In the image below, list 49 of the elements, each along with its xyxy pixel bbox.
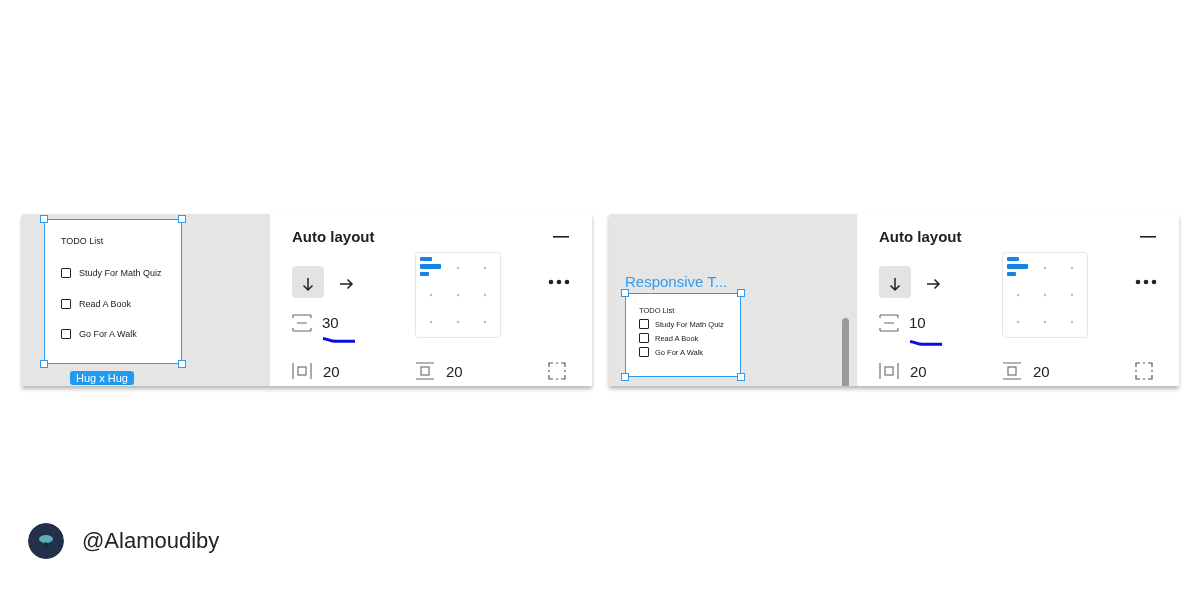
todo-label: Read A Book (79, 298, 132, 309)
spacing-value[interactable]: 10 (909, 314, 943, 331)
vertical-padding-icon (415, 362, 435, 380)
resize-handle[interactable] (621, 373, 629, 381)
resize-handle[interactable] (621, 289, 629, 297)
spacing-icon (292, 314, 312, 332)
author-handle: @Alamoudiby (82, 528, 220, 554)
size-label: Hug x Hug (70, 371, 134, 385)
alignment-control[interactable] (1002, 252, 1088, 338)
resize-handle[interactable] (40, 215, 48, 223)
alignment-control[interactable] (415, 252, 501, 338)
more-icon[interactable] (548, 279, 570, 285)
more-icon[interactable] (1135, 279, 1157, 285)
frame-label: Responsive T... (625, 273, 728, 290)
underline-mark (322, 337, 356, 343)
checkbox[interactable] (639, 347, 649, 357)
checkbox[interactable] (639, 333, 649, 343)
checkbox[interactable] (61, 298, 71, 309)
horizontal-padding-icon (879, 362, 899, 380)
panel-title: Auto layout (879, 228, 962, 245)
spacing-value[interactable]: 30 (322, 314, 356, 331)
todo-label: Study For Math Quiz (79, 268, 162, 279)
arrow-down-icon (300, 275, 316, 292)
padding-settings-icon[interactable] (548, 362, 566, 380)
resize-handle[interactable] (178, 360, 186, 368)
resize-handle[interactable] (737, 373, 745, 381)
scrollbar[interactable] (842, 318, 849, 386)
horizontal-padding-icon (292, 362, 312, 380)
resize-handle[interactable] (737, 289, 745, 297)
frame-title: TODO List (61, 236, 105, 246)
direction-button[interactable] (292, 266, 324, 298)
spacing-icon (879, 314, 899, 332)
resize-handle[interactable] (178, 215, 186, 223)
todo-label: Go For A Walk (79, 329, 137, 340)
checkbox[interactable] (639, 319, 649, 329)
padding-settings-icon[interactable] (1135, 362, 1153, 380)
resize-handle[interactable] (40, 360, 48, 368)
panel-title: Auto layout (292, 228, 375, 245)
vertical-padding-icon (1002, 362, 1022, 380)
padding-value[interactable]: 20 (323, 362, 340, 380)
direction-button[interactable] (879, 266, 911, 298)
padding-value[interactable]: 20 (446, 362, 463, 380)
checkbox[interactable] (61, 329, 71, 340)
checkbox[interactable] (61, 268, 71, 279)
padding-value[interactable]: 20 (910, 362, 927, 380)
avatar (28, 523, 64, 559)
underline-mark (909, 340, 943, 346)
arrow-down-icon (887, 275, 903, 292)
padding-value[interactable]: 20 (1033, 362, 1050, 380)
